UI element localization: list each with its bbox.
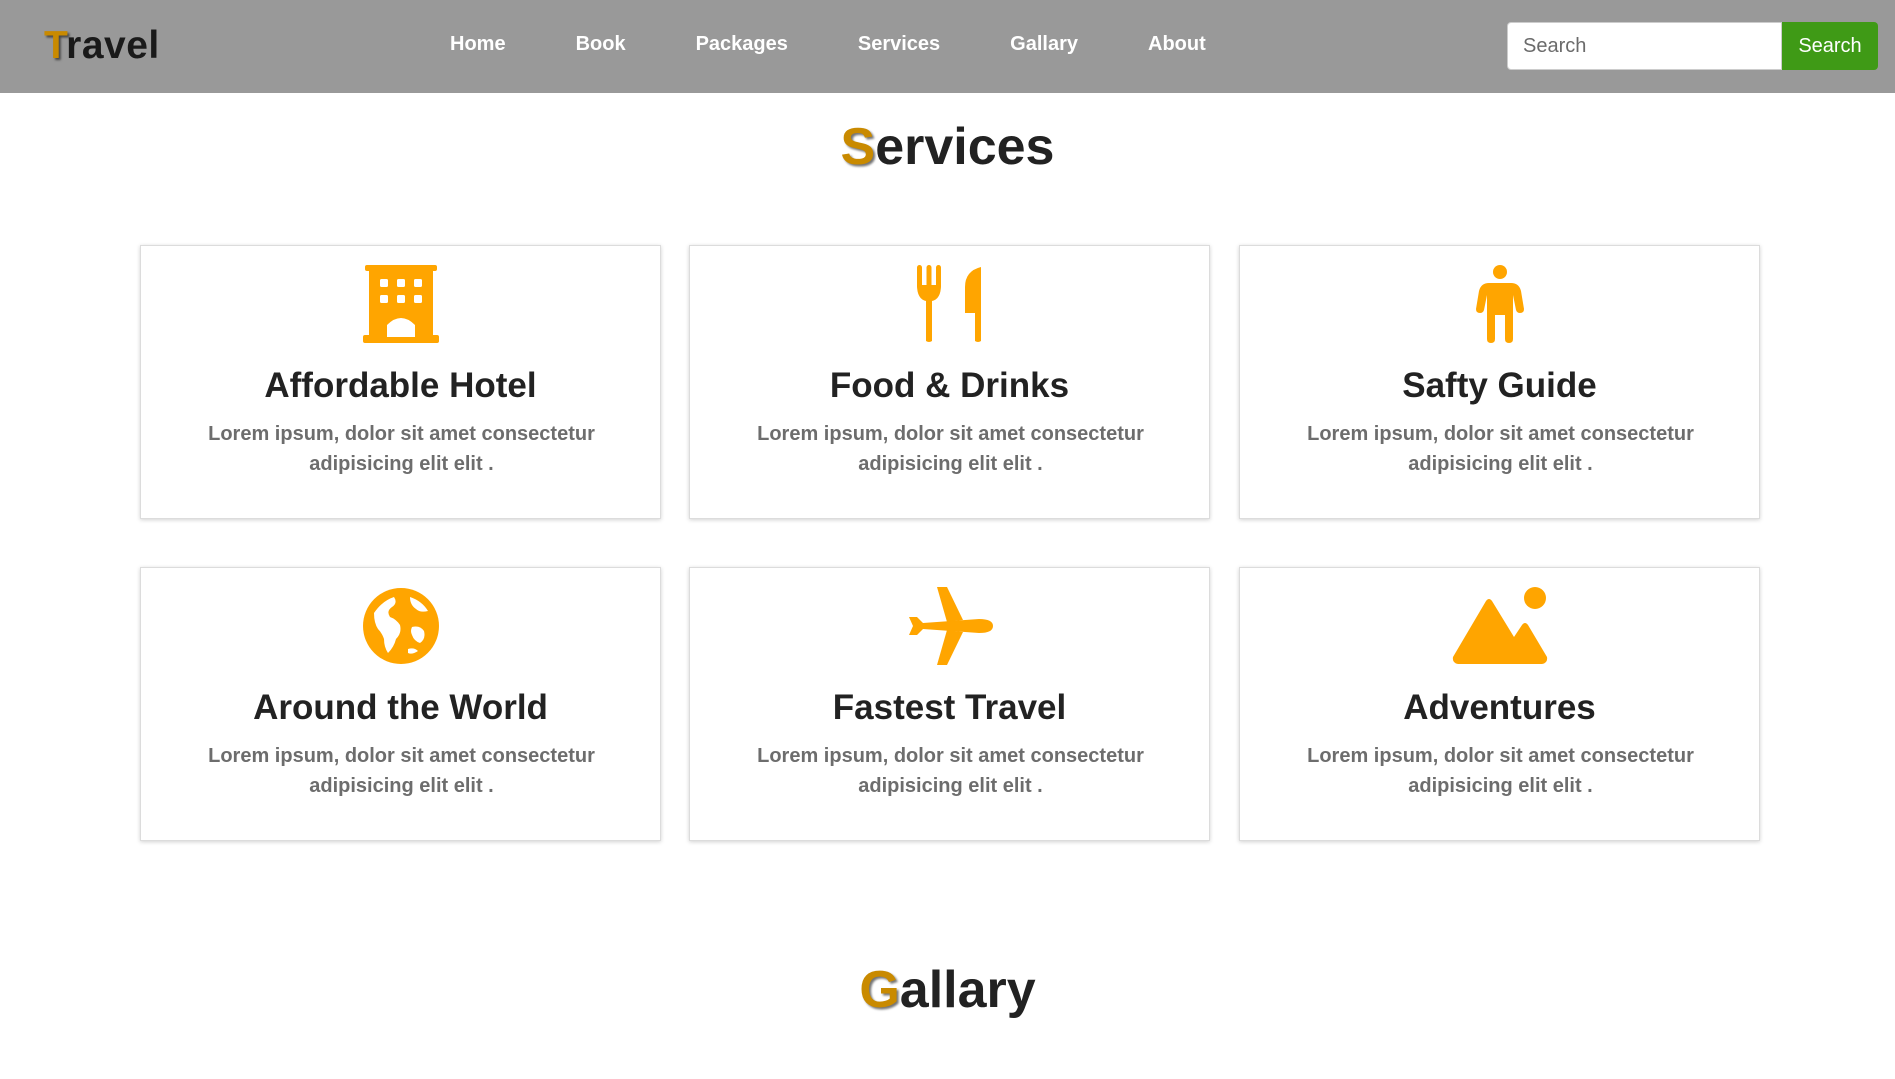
nav-links: Home Book Packages Services Gallary Abou… [450,33,1276,56]
brand-text: ravel [66,24,160,67]
nav-link-home[interactable]: Home [450,33,506,56]
utensils-icon [690,265,1209,343]
card-title: Fastest Travel [832,688,1067,727]
card-title: Affordable Hotel [264,366,537,405]
globe-icon [141,587,660,665]
hotel-icon [141,265,660,343]
card-title: Food & Drinks [829,366,1070,405]
service-card-safety[interactable]: Safty Guide Lorem ipsum, dolor sit amet … [1239,245,1760,519]
services-heading: Services [0,117,1895,177]
card-title: Around the World [253,688,548,727]
services-heading-rest: ervices [875,118,1055,176]
card-text: Lorem ipsum, dolor sit amet consectetur … [208,745,595,797]
brand-logo[interactable]: Travel [44,24,160,68]
service-card-travel[interactable]: Fastest Travel Lorem ipsum, dolor sit am… [689,567,1210,841]
gallery-heading: Gallary [0,960,1895,1020]
search-form: Search [1507,22,1878,70]
nav-link-services[interactable]: Services [858,33,940,56]
card-text: Lorem ipsum, dolor sit amet consectetur … [757,745,1144,797]
card-text: Lorem ipsum, dolor sit amet consectetur … [757,423,1144,475]
card-text: Lorem ipsum, dolor sit amet consectetur … [1307,423,1694,475]
service-card-food[interactable]: Food & Drinks Lorem ipsum, dolor sit ame… [689,245,1210,519]
service-card-hotel[interactable]: Affordable Hotel Lorem ipsum, dolor sit … [140,245,661,519]
service-card-world[interactable]: Around the World Lorem ipsum, dolor sit … [140,567,661,841]
person-icon [1240,265,1759,343]
card-title: Safty Guide [1402,366,1597,405]
card-text: Lorem ipsum, dolor sit amet consectetur … [1307,745,1694,797]
navbar: Travel Home Book Packages Services Galla… [0,0,1895,93]
search-button[interactable]: Search [1782,22,1878,70]
mountain-icon [1240,587,1759,665]
services-heading-accent: S [840,118,876,176]
gallery-heading-rest: allary [899,961,1036,1019]
nav-link-book[interactable]: Book [576,33,626,56]
gallery-heading-accent: G [859,961,900,1019]
service-card-adventures[interactable]: Adventures Lorem ipsum, dolor sit amet c… [1239,567,1760,841]
card-title: Adventures [1403,688,1596,727]
search-input[interactable] [1507,22,1782,70]
plane-icon [690,587,1209,665]
nav-link-about[interactable]: About [1148,33,1206,56]
brand-accent-letter: T [44,24,67,67]
nav-link-gallary[interactable]: Gallary [1010,33,1078,56]
nav-link-packages[interactable]: Packages [696,33,788,56]
card-text: Lorem ipsum, dolor sit amet consectetur … [208,423,595,475]
